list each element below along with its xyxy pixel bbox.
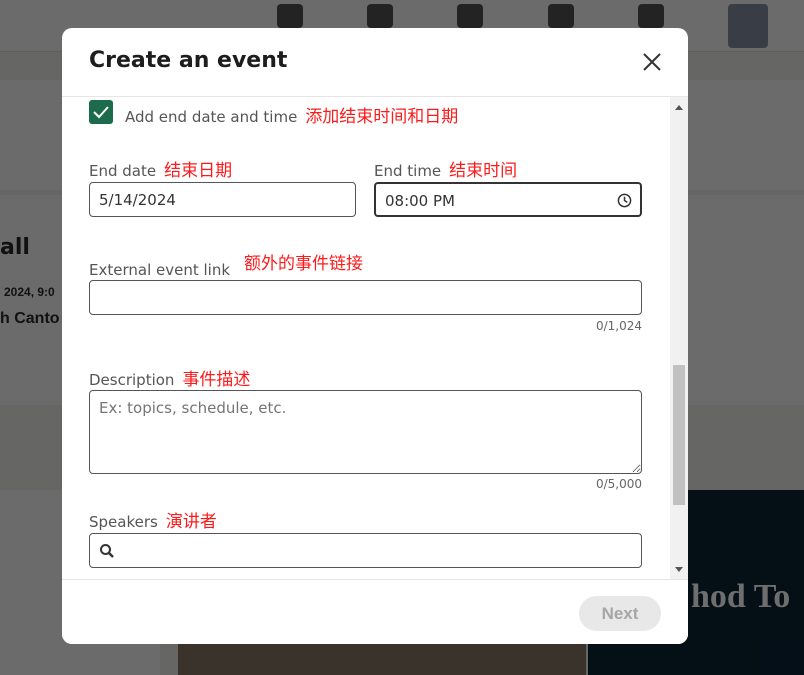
label-text: External event link (89, 261, 231, 279)
end-date-label: End date 结束日期 (89, 156, 232, 181)
label-text: End date (89, 162, 157, 180)
end-time-label: End time 结束时间 (374, 156, 517, 181)
dialog-header: Create an event (62, 28, 688, 97)
end-datetime-label: Add end date and time 添加结束时间和日期 (125, 102, 458, 127)
scrollbar-thumb[interactable] (673, 365, 685, 505)
annotation: 结束时间 (449, 161, 518, 181)
description-counter: 0/5,000 (595, 477, 642, 491)
close-icon[interactable] (640, 50, 664, 74)
speakers-label: Speakers 演讲者 (89, 507, 217, 532)
next-button[interactable]: Next (579, 596, 661, 631)
dialog-body: Add end date and time 添加结束时间和日期 End date 结… (62, 97, 688, 579)
create-event-dialog: Create an event Add end date and time 添加结… (62, 28, 688, 644)
bg-date: 2024, 9:0 (4, 285, 55, 299)
search-icon (100, 544, 114, 558)
check-icon (93, 106, 109, 119)
dialog-title: Create an event (89, 48, 288, 73)
clock-icon[interactable] (617, 193, 632, 208)
bg-title: all (0, 235, 30, 260)
end-datetime-checkbox[interactable] (89, 100, 113, 124)
external-link-input[interactable] (89, 280, 642, 315)
time-value: 08:00 PM (385, 192, 455, 210)
annotation: 结束日期 (164, 161, 233, 181)
label-text: Speakers (89, 513, 158, 531)
label-text: Description (89, 371, 175, 389)
scroll-down-arrow[interactable] (675, 567, 683, 572)
description-textarea[interactable] (89, 390, 642, 474)
scroll-up-arrow[interactable] (675, 105, 683, 110)
bg-image-text: hod To (691, 578, 791, 615)
bg-place: h Canto (0, 310, 60, 327)
scrollbar[interactable] (670, 97, 688, 579)
annotation: 添加结束时间和日期 (305, 107, 459, 127)
dialog-footer: Next (62, 579, 688, 644)
end-time-input[interactable]: 08:00 PM (374, 182, 642, 217)
label-text: End time (374, 162, 442, 180)
end-date-input[interactable]: 5/14/2024 (89, 182, 356, 217)
annotation: 额外的事件链接 (244, 254, 364, 274)
external-link-counter: 0/1,024 (595, 319, 642, 333)
description-label: Description 事件描述 (89, 365, 250, 390)
annotation: 演讲者 (165, 512, 217, 532)
annotation: 事件描述 (182, 370, 251, 390)
speakers-search-input[interactable] (89, 533, 642, 568)
label-text: Add end date and time (125, 108, 298, 126)
external-link-label: External event link 额外的事件链接 (89, 254, 364, 280)
